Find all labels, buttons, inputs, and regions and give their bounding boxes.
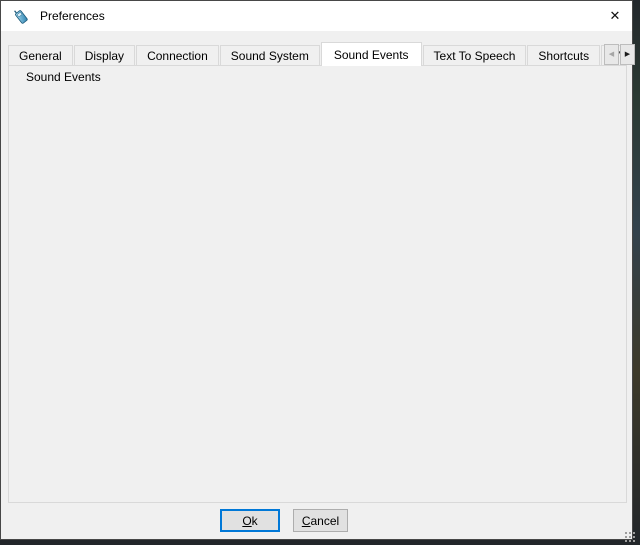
chevron-left-icon: ◀ xyxy=(609,51,614,58)
tab-sound-events[interactable]: Sound Events xyxy=(321,42,422,66)
tab-text-to-speech[interactable]: Text To Speech xyxy=(423,45,527,65)
tab-sound-system[interactable]: Sound System xyxy=(220,45,320,65)
chevron-right-icon: ▶ xyxy=(625,51,630,58)
tab-general[interactable]: General xyxy=(8,45,73,65)
tab-bar: GeneralDisplayConnectionSound SystemSoun… xyxy=(8,42,620,66)
ok-button-label: Ok xyxy=(222,514,278,528)
cancel-button-label: Cancel xyxy=(294,514,347,528)
tab-scroll-left-button[interactable]: ◀ xyxy=(604,44,619,65)
ok-button[interactable]: Ok xyxy=(220,509,280,532)
close-button[interactable]: ✕ xyxy=(598,1,632,31)
groupbox-title: Sound Events xyxy=(22,70,105,84)
app-icon xyxy=(12,7,30,25)
desktop-background: Preferences ✕ GeneralDisplayConnectionSo… xyxy=(0,0,640,545)
cancel-button[interactable]: Cancel xyxy=(293,509,348,532)
sound-events-tab-panel xyxy=(8,65,627,503)
window-title: Preferences xyxy=(40,9,105,23)
resize-grip-icon[interactable] xyxy=(625,532,627,534)
preferences-window: Preferences ✕ GeneralDisplayConnectionSo… xyxy=(0,0,633,540)
tab-connection[interactable]: Connection xyxy=(136,45,219,65)
title-bar: Preferences ✕ xyxy=(1,1,632,31)
tab-display[interactable]: Display xyxy=(74,45,135,65)
tab-scroll-right-button[interactable]: ▶ xyxy=(620,44,635,65)
tab-shortcuts[interactable]: Shortcuts xyxy=(527,45,600,65)
